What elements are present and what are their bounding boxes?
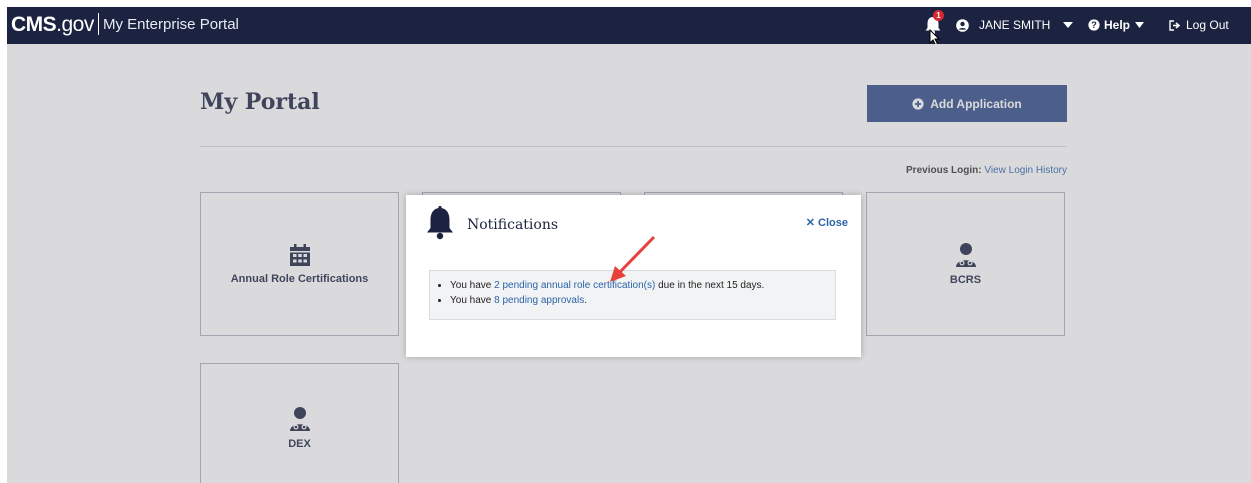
svg-text:?: ? <box>1091 20 1097 30</box>
brand-divider <box>98 13 99 35</box>
sign-out-icon <box>1169 19 1181 31</box>
top-navigation-bar: CMS.gov My Enterprise Portal 1 JANE SMIT… <box>7 7 1251 46</box>
close-label: Close <box>818 217 848 229</box>
notification-item: You have 2 pending annual role certifica… <box>450 279 835 292</box>
brand-cms: CMS <box>11 13 57 36</box>
notification-text: . <box>584 295 587 306</box>
close-icon: ✕ <box>805 217 815 229</box>
user-name: JANE SMITH <box>979 18 1051 32</box>
caret-down-icon <box>1135 22 1145 28</box>
user-menu[interactable]: JANE SMITH <box>979 18 1074 32</box>
notification-count-badge: 1 <box>933 10 944 21</box>
pending-certifications-link[interactable]: 2 pending annual role certification(s) <box>494 280 655 291</box>
brand-gov: .gov <box>56 13 94 36</box>
question-circle-icon: ? <box>1088 19 1100 31</box>
bell-icon <box>427 206 453 240</box>
notification-list-box: You have 2 pending annual role certifica… <box>429 270 836 320</box>
logout-link[interactable]: Log Out <box>1169 18 1229 32</box>
notification-text: You have <box>450 295 495 306</box>
cms-logo[interactable]: CMS.gov <box>11 13 94 37</box>
help-label: Help <box>1104 18 1131 32</box>
browser-viewport: CMS.gov My Enterprise Portal 1 JANE SMIT… <box>7 7 1251 483</box>
notification-list: You have 2 pending annual role certifica… <box>430 271 835 307</box>
close-button[interactable]: ✕ Close <box>806 216 848 229</box>
help-menu[interactable]: ? Help <box>1088 18 1145 32</box>
notifications-modal: Notifications ✕ Close You have 2 pending… <box>406 195 861 357</box>
caret-down-icon <box>1063 22 1074 28</box>
logout-label: Log Out <box>1186 18 1229 32</box>
modal-title: Notifications <box>467 217 559 233</box>
notification-item: You have 8 pending approvals. <box>450 294 835 307</box>
user-circle-icon[interactable] <box>956 19 969 32</box>
notification-text: due in the next 15 days. <box>655 280 765 291</box>
pending-approvals-link[interactable]: 8 pending approvals <box>494 295 584 306</box>
notification-text: You have <box>450 280 495 291</box>
portal-name: My Enterprise Portal <box>103 16 239 33</box>
